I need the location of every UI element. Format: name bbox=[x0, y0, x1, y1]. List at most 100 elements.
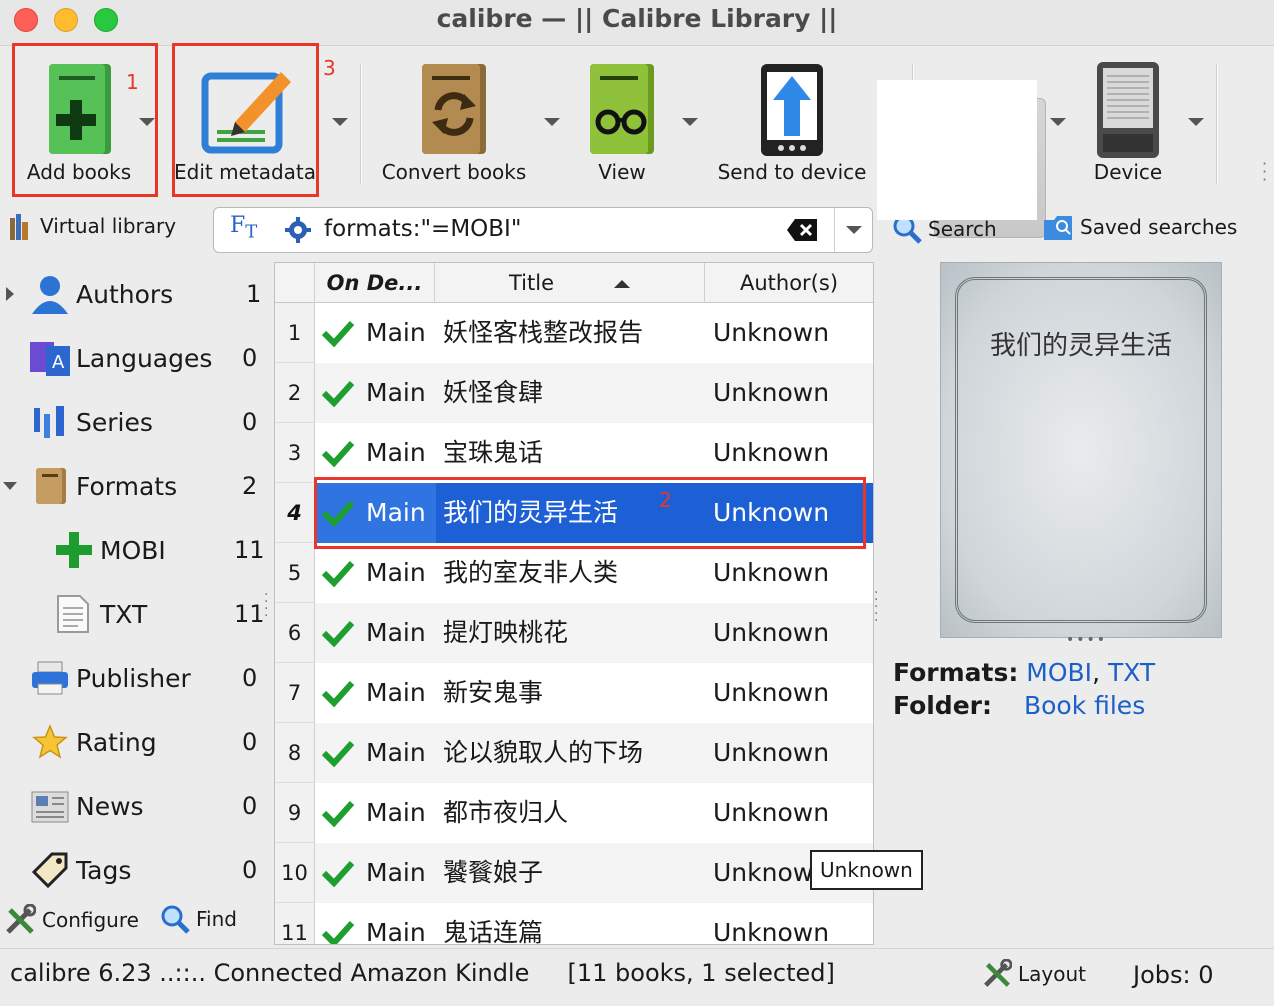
column-header-authors[interactable]: Author(s) bbox=[705, 263, 873, 303]
splitter-handle[interactable]: · · · · bbox=[264, 588, 268, 623]
title-cell: 我们的灵异生活 bbox=[443, 498, 619, 527]
checkmark-icon bbox=[321, 560, 355, 587]
table-row[interactable]: 5 Main 我的室友非人类 Unknown bbox=[275, 543, 873, 603]
title-cell: 都市夜归人 bbox=[443, 798, 569, 827]
on-device-cell: Main bbox=[366, 738, 426, 767]
tag-label: TXT bbox=[100, 599, 148, 629]
tag-count: 2 bbox=[242, 472, 258, 500]
tag-category-languages[interactable]: A Languages 0 bbox=[0, 328, 264, 388]
library-dropdown[interactable] bbox=[1050, 118, 1066, 126]
row-number: 1 bbox=[275, 303, 315, 363]
table-row[interactable]: 8 Main 论以貌取人的下场 Unknown bbox=[275, 723, 873, 783]
gear-icon[interactable] bbox=[284, 216, 312, 244]
table-row[interactable]: 10 Main 饕餮娘子 Unknow bbox=[275, 843, 873, 903]
splitter-handle[interactable]: · · · · · bbox=[874, 586, 878, 628]
jobs-indicator[interactable]: Jobs: 0 bbox=[1133, 961, 1213, 989]
folder-label: Folder: bbox=[893, 691, 992, 720]
on-device-cell: Main bbox=[366, 378, 426, 407]
checkmark-icon bbox=[321, 620, 355, 647]
column-header-on-device[interactable]: On De... bbox=[315, 263, 435, 303]
magnifier-icon bbox=[161, 905, 190, 934]
tag-count: 11 bbox=[234, 600, 265, 628]
author-cell: Unknown bbox=[713, 738, 830, 767]
view-dropdown[interactable] bbox=[682, 118, 698, 126]
annotation-number: 1 bbox=[126, 70, 139, 94]
row-number: 4 bbox=[275, 483, 315, 543]
row-number: 7 bbox=[275, 663, 315, 723]
tag-category-rating[interactable]: Rating 0 bbox=[0, 712, 264, 772]
convert-books-button[interactable]: Convert books bbox=[378, 54, 530, 190]
full-text-search-icon[interactable]: FT bbox=[230, 213, 257, 242]
table-row[interactable]: 2 Main 妖怪食肆 Unknown bbox=[275, 363, 873, 423]
add-books-dropdown[interactable] bbox=[139, 118, 155, 126]
formats-label: Formats: bbox=[893, 658, 1019, 687]
languages-icon: A bbox=[30, 342, 70, 376]
tag-browser: Authors 1 A Languages 0 Series 0 Formats… bbox=[0, 262, 272, 902]
status-bar: calibre 6.23 ..::.. Connected Amazon Kin… bbox=[0, 948, 1274, 1006]
table-row[interactable]: 4 Main 我们的灵异生活 Unknown bbox=[275, 483, 873, 543]
sort-ascending-icon bbox=[614, 280, 630, 288]
column-header-title[interactable]: Title bbox=[435, 263, 705, 303]
table-row[interactable]: 3 Main 宝珠鬼话 Unknown bbox=[275, 423, 873, 483]
device-button[interactable]: Device bbox=[1080, 54, 1176, 190]
view-button[interactable]: View bbox=[572, 54, 672, 190]
find-button[interactable]: Find bbox=[160, 904, 237, 934]
splitter-handle[interactable]: •••• bbox=[1066, 632, 1107, 648]
clear-search-icon[interactable] bbox=[787, 219, 817, 241]
title-cell: 鬼话连篇 bbox=[443, 918, 544, 945]
tag-item-txt[interactable]: TXT 11 bbox=[0, 584, 265, 644]
convert-books-label: Convert books bbox=[381, 160, 527, 184]
virtual-library-button[interactable]: Virtual library bbox=[8, 212, 176, 240]
table-row[interactable]: 1 Main 妖怪客栈整改报告 Unknown bbox=[275, 303, 873, 363]
plus-icon bbox=[56, 532, 92, 568]
tag-category-series[interactable]: Series 0 bbox=[0, 392, 264, 452]
tag-count: 0 bbox=[242, 728, 258, 756]
edit-metadata-button[interactable]: Edit metadata bbox=[174, 54, 316, 190]
tag-label: Rating bbox=[76, 727, 157, 757]
add-books-button[interactable]: Add books bbox=[14, 54, 144, 190]
on-device-cell: Main bbox=[366, 798, 426, 827]
author-cell: Unknown bbox=[713, 618, 830, 647]
layout-label: Layout bbox=[1018, 962, 1086, 986]
tag-item-mobi[interactable]: MOBI 11 bbox=[0, 520, 265, 580]
send-to-device-button[interactable]: Send to device bbox=[712, 54, 872, 190]
book-files-link[interactable]: Book files bbox=[1024, 691, 1145, 720]
table-row[interactable]: 11 Main 鬼话连篇 Unknown bbox=[275, 903, 873, 945]
book-cover[interactable]: 我们的灵异生活 bbox=[940, 262, 1222, 638]
saved-searches-button[interactable]: Saved searches bbox=[1042, 212, 1237, 242]
checkmark-icon bbox=[321, 380, 355, 407]
tag-category-formats[interactable]: Formats 2 bbox=[0, 456, 264, 516]
author-cell: Unknown bbox=[713, 438, 830, 467]
annotation-number: 3 bbox=[323, 56, 336, 80]
checkmark-icon bbox=[321, 800, 355, 827]
table-row[interactable]: 6 Main 提灯映桃花 Unknown bbox=[275, 603, 873, 663]
view-book-icon bbox=[590, 64, 654, 154]
collapse-arrow-icon[interactable] bbox=[3, 482, 17, 490]
tag-category-authors[interactable]: Authors 1 bbox=[0, 264, 264, 324]
search-history-dropdown[interactable] bbox=[834, 208, 872, 252]
search-query-text[interactable]: formats:"=MOBI" bbox=[324, 216, 521, 242]
configure-button[interactable]: Configure bbox=[4, 904, 139, 936]
toolbar-overflow-icon[interactable]: · · · bbox=[1262, 156, 1267, 188]
edit-metadata-dropdown[interactable] bbox=[332, 118, 348, 126]
convert-books-dropdown[interactable] bbox=[544, 118, 560, 126]
tag-label: Authors bbox=[76, 279, 174, 309]
title-cell: 宝珠鬼话 bbox=[443, 438, 544, 467]
title-cell: 新安鬼事 bbox=[443, 678, 544, 707]
expand-arrow-icon[interactable] bbox=[6, 287, 14, 301]
format-link-txt[interactable]: TXT bbox=[1108, 658, 1155, 687]
on-device-cell: Main bbox=[366, 618, 426, 647]
tag-category-news[interactable]: News 0 bbox=[0, 776, 264, 836]
layout-button[interactable]: Layout bbox=[982, 959, 1086, 989]
device-dropdown[interactable] bbox=[1188, 118, 1204, 126]
search-box[interactable]: FT formats:"=MOBI" bbox=[213, 207, 873, 253]
table-row[interactable]: 7 Main 新安鬼事 Unknown bbox=[275, 663, 873, 723]
table-row[interactable]: 9 Main 都市夜归人 Unknown bbox=[275, 783, 873, 843]
tag-category-publisher[interactable]: Publisher 0 bbox=[0, 648, 264, 708]
view-label: View bbox=[598, 160, 646, 184]
saved-searches-label: Saved searches bbox=[1080, 215, 1238, 239]
tag-category-tags[interactable]: Tags 0 bbox=[0, 840, 264, 900]
on-device-cell: Main bbox=[366, 318, 426, 347]
format-link-mobi[interactable]: MOBI bbox=[1026, 658, 1092, 687]
on-device-cell: Main bbox=[366, 678, 426, 707]
